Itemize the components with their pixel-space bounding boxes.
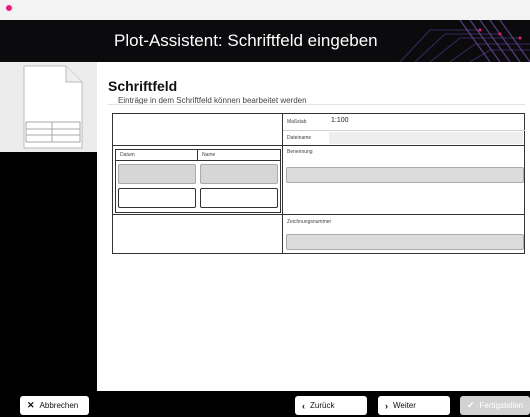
circuit-decoration	[399, 20, 530, 62]
cancel-button[interactable]: ✕ Abbrechen	[20, 396, 89, 415]
next-label: Weiter	[393, 401, 416, 410]
finish-button[interactable]: ✓ Fertigstellen	[460, 396, 530, 415]
header-banner: Plot-Assistent: Schriftfeld eingeben	[0, 20, 530, 62]
datum-label: Datum	[120, 152, 135, 158]
chevron-left-icon: ‹	[302, 400, 305, 411]
benennung-label: Benennung	[287, 149, 313, 155]
back-button[interactable]: ‹ Zurück	[295, 396, 367, 415]
app-logo-icon	[5, 4, 13, 12]
title-bar	[0, 0, 530, 20]
check-icon: ✓	[467, 400, 475, 410]
datum-cell-1[interactable]	[118, 164, 196, 184]
divider	[113, 214, 282, 215]
name-cell-1[interactable]	[200, 164, 278, 184]
massstab-row: Maßstab 1:100	[283, 114, 525, 131]
document-preview-icon	[23, 65, 83, 149]
name-cell-2[interactable]	[200, 188, 278, 208]
sidebar-preview	[0, 62, 97, 152]
massstab-value[interactable]: 1:100	[331, 117, 349, 124]
next-button[interactable]: › Weiter	[378, 396, 450, 415]
column-header-datum: Datum	[116, 150, 198, 161]
massstab-label: Maßstab	[287, 119, 307, 125]
zeichnungsnummer-label: Zeichnungsnummer	[287, 219, 332, 225]
dateiname-field[interactable]	[329, 132, 523, 144]
wizard-sidebar	[0, 62, 97, 417]
revision-grid: Datum Name	[115, 149, 281, 213]
name-label: Name	[202, 152, 216, 158]
dateiname-row: Dateiname	[283, 131, 525, 147]
back-label: Zurück	[310, 401, 335, 410]
chevron-right-icon: ›	[385, 400, 388, 411]
finish-label: Fertigstellen	[479, 401, 524, 410]
column-header-name: Name	[198, 150, 280, 161]
datum-cell-2[interactable]	[118, 188, 196, 208]
dateiname-label: Dateiname	[287, 135, 312, 141]
section-heading: Schriftfeld	[108, 78, 178, 94]
divider	[108, 104, 525, 105]
title-block-form: Maßstab 1:100 Dateiname Benennung Zeichn…	[112, 113, 525, 254]
close-icon: ✕	[27, 400, 35, 410]
zeichnungsnummer-field[interactable]	[286, 234, 524, 250]
divider	[282, 214, 524, 215]
wizard-title: Plot-Assistent: Schriftfeld eingeben	[114, 31, 378, 50]
benennung-field[interactable]	[286, 167, 524, 183]
cancel-label: Abbrechen	[39, 401, 79, 410]
